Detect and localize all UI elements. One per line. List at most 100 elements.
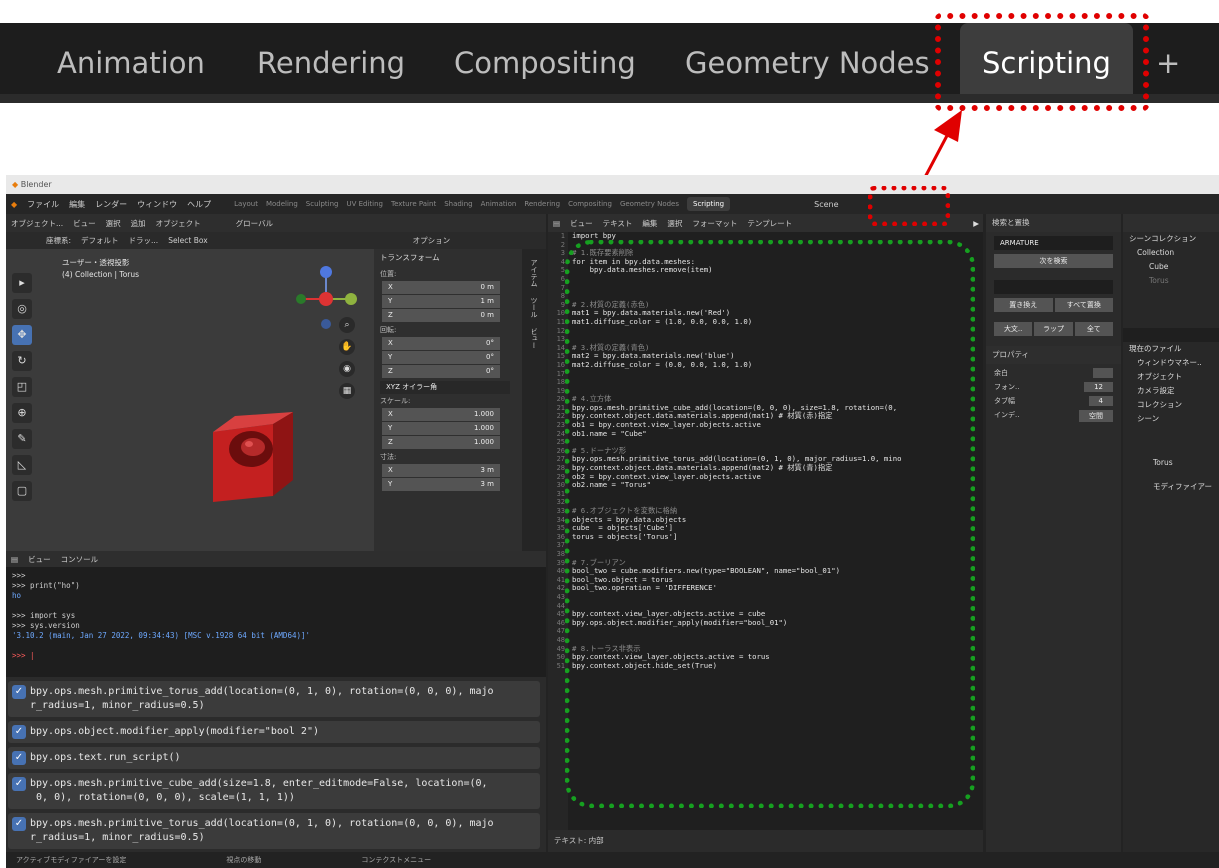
move-tool-icon[interactable]: ✥ bbox=[12, 325, 32, 345]
rot-z-field[interactable]: Z 0° bbox=[382, 365, 500, 378]
file-item[interactable]: 現在のファイル bbox=[1123, 342, 1219, 356]
blender-menu-icon[interactable]: ◆ bbox=[11, 200, 17, 209]
rotate-tool-icon[interactable]: ↻ bbox=[12, 351, 32, 371]
info-report[interactable]: ✓ bpy.ops.mesh.primitive_torus_add(locati… bbox=[8, 681, 540, 717]
add-workspace-icon[interactable]: + bbox=[1156, 23, 1180, 103]
ws-geometry-nodes[interactable]: Geometry Nodes bbox=[620, 200, 679, 208]
file-item[interactable]: コレクション bbox=[1123, 398, 1219, 412]
ws-layout[interactable]: Layout bbox=[234, 200, 258, 208]
menu-help[interactable]: ヘルプ bbox=[187, 199, 211, 210]
tab-compositing[interactable]: Compositing bbox=[454, 23, 636, 103]
transform-header[interactable]: トランスフォーム bbox=[374, 249, 522, 267]
te-text-menu[interactable]: テキスト bbox=[603, 218, 633, 229]
annotate-tool-icon[interactable]: ✎ bbox=[12, 429, 32, 449]
rotation-mode-select[interactable]: XYZ オイラー角 bbox=[380, 381, 510, 394]
tab-animation[interactable]: Animation bbox=[57, 23, 205, 103]
scene-selector[interactable]: Scene bbox=[814, 200, 838, 209]
ws-uv-editing[interactable]: UV Editing bbox=[346, 200, 383, 208]
camera-icon[interactable]: ◉ bbox=[339, 361, 355, 377]
console-prompt[interactable]: >>> | bbox=[12, 651, 540, 661]
margin-field[interactable] bbox=[1093, 368, 1113, 378]
info-report[interactable]: ✓ bpy.ops.object.modifier_apply(modifier=… bbox=[8, 721, 540, 743]
pan-hand-icon[interactable]: ✋ bbox=[339, 339, 355, 355]
properties-header[interactable]: プロパティ bbox=[986, 346, 1121, 364]
ws-rendering[interactable]: Rendering bbox=[524, 200, 560, 208]
dim-y-field[interactable]: Y 3 m bbox=[382, 478, 500, 491]
measure-tool-icon[interactable]: ◺ bbox=[12, 455, 32, 475]
run-script-icon[interactable]: ▶ bbox=[973, 219, 979, 228]
scale-tool-icon[interactable]: ◰ bbox=[12, 377, 32, 397]
add-modifier-button[interactable]: モディファイアー bbox=[1123, 480, 1219, 494]
menu-edit[interactable]: 編集 bbox=[69, 199, 85, 210]
tab-width-field[interactable]: 4 bbox=[1088, 396, 1113, 406]
coord-system-select[interactable]: デフォルト bbox=[81, 235, 119, 246]
viewport-mode-menu[interactable]: オブジェクト... bbox=[11, 218, 63, 229]
zoom-icon[interactable]: ⌕ bbox=[339, 317, 355, 333]
tab-geometry-nodes[interactable]: Geometry Nodes bbox=[685, 23, 930, 103]
all-toggle[interactable]: 全て bbox=[1074, 322, 1113, 336]
cube-row[interactable]: Cube bbox=[1123, 260, 1219, 274]
indent-select[interactable]: 空間 bbox=[1079, 410, 1113, 422]
find-replace-header[interactable]: 検索と置換 bbox=[986, 214, 1121, 232]
select-box-select[interactable]: Select Box bbox=[168, 236, 207, 245]
info-report[interactable]: ✓ bpy.ops.mesh.primitive_torus_add(locati… bbox=[8, 813, 540, 849]
te-select-menu[interactable]: 選択 bbox=[667, 218, 682, 229]
font-size-field[interactable]: 12 bbox=[1084, 382, 1113, 392]
info-report[interactable]: ✓ bpy.ops.text.run_script() bbox=[8, 747, 540, 769]
viewport-add-menu[interactable]: 追加 bbox=[131, 218, 146, 229]
tab-tool[interactable]: ツール bbox=[529, 297, 539, 318]
transform-orientation[interactable]: グローバル bbox=[236, 218, 273, 229]
add-cube-tool-icon[interactable]: ▢ bbox=[12, 481, 32, 501]
loc-y-field[interactable]: Y 1 m bbox=[382, 295, 500, 308]
tab-rendering[interactable]: Rendering bbox=[257, 23, 405, 103]
python-console[interactable]: >>> >>> print("ho") ho >>> import sys >>… bbox=[6, 567, 546, 677]
text-editor-type-icon[interactable]: ▤ bbox=[553, 219, 560, 228]
properties-object-name[interactable]: Torus bbox=[1123, 456, 1219, 470]
menu-file[interactable]: ファイル bbox=[27, 199, 59, 210]
info-report[interactable]: ✓ bpy.ops.mesh.primitive_cube_add(size=1.… bbox=[8, 773, 540, 809]
find-input[interactable]: ARMATURE bbox=[994, 236, 1113, 250]
3d-cursor-icon[interactable]: ◎ bbox=[12, 299, 32, 319]
menu-render[interactable]: レンダー bbox=[95, 199, 127, 210]
dim-x-field[interactable]: X 3 m bbox=[382, 464, 500, 477]
torus-row[interactable]: Torus bbox=[1123, 274, 1219, 288]
console-editor-type-icon[interactable]: ▤ bbox=[11, 555, 18, 564]
collection-row[interactable]: Collection bbox=[1123, 246, 1219, 260]
console-view-menu[interactable]: ビュー bbox=[28, 554, 51, 565]
options-menu[interactable]: オプション bbox=[413, 235, 451, 246]
te-format-menu[interactable]: フォーマット bbox=[692, 218, 737, 229]
replace-input[interactable] bbox=[994, 280, 1113, 294]
loc-x-field[interactable]: X 0 m bbox=[382, 281, 500, 294]
scale-z-field[interactable]: Z 1.000 bbox=[382, 436, 500, 449]
viewport-object-menu[interactable]: オブジェクト bbox=[156, 218, 201, 229]
replace-all-button[interactable]: すべて置換 bbox=[1054, 298, 1113, 312]
te-templates-menu[interactable]: テンプレート bbox=[747, 218, 792, 229]
file-item[interactable]: シーン bbox=[1123, 412, 1219, 426]
menu-window[interactable]: ウィンドウ bbox=[137, 199, 177, 210]
grid-icon[interactable]: ▦ bbox=[339, 383, 355, 399]
ws-compositing[interactable]: Compositing bbox=[568, 200, 612, 208]
cube-with-torus-hole[interactable] bbox=[201, 394, 311, 504]
scene-collection-row[interactable]: シーンコレクション bbox=[1123, 232, 1219, 246]
viewport-view-menu[interactable]: ビュー bbox=[73, 218, 96, 229]
transform-tool-icon[interactable]: ⊕ bbox=[12, 403, 32, 423]
cursor-tool-icon[interactable]: ▸ bbox=[12, 273, 32, 293]
te-view-menu[interactable]: ビュー bbox=[570, 218, 593, 229]
file-item[interactable]: オブジェクト bbox=[1123, 370, 1219, 384]
tab-view[interactable]: ビュー bbox=[529, 328, 539, 349]
rot-x-field[interactable]: X 0° bbox=[382, 337, 500, 350]
file-item[interactable]: ウィンドウマネー.. bbox=[1123, 356, 1219, 370]
tab-item[interactable]: アイテム bbox=[529, 259, 539, 287]
loc-z-field[interactable]: Z 0 m bbox=[382, 309, 500, 322]
replace-button[interactable]: 置き換え bbox=[994, 298, 1053, 312]
rot-y-field[interactable]: Y 0° bbox=[382, 351, 500, 364]
viewport-3d[interactable]: ▸ ◎ ✥ ↻ ◰ ⊕ ✎ ◺ ▢ ユーザー・透視投影 (4) Collecti… bbox=[6, 249, 546, 551]
viewport-select-menu[interactable]: 選択 bbox=[106, 218, 121, 229]
te-edit-menu[interactable]: 編集 bbox=[642, 218, 657, 229]
ws-shading[interactable]: Shading bbox=[444, 200, 472, 208]
find-next-button[interactable]: 次を検索 bbox=[994, 254, 1113, 268]
ws-sculpting[interactable]: Sculpting bbox=[306, 200, 339, 208]
ws-animation[interactable]: Animation bbox=[481, 200, 517, 208]
console-menu[interactable]: コンソール bbox=[61, 554, 99, 565]
ws-scripting[interactable]: Scripting bbox=[687, 197, 731, 211]
